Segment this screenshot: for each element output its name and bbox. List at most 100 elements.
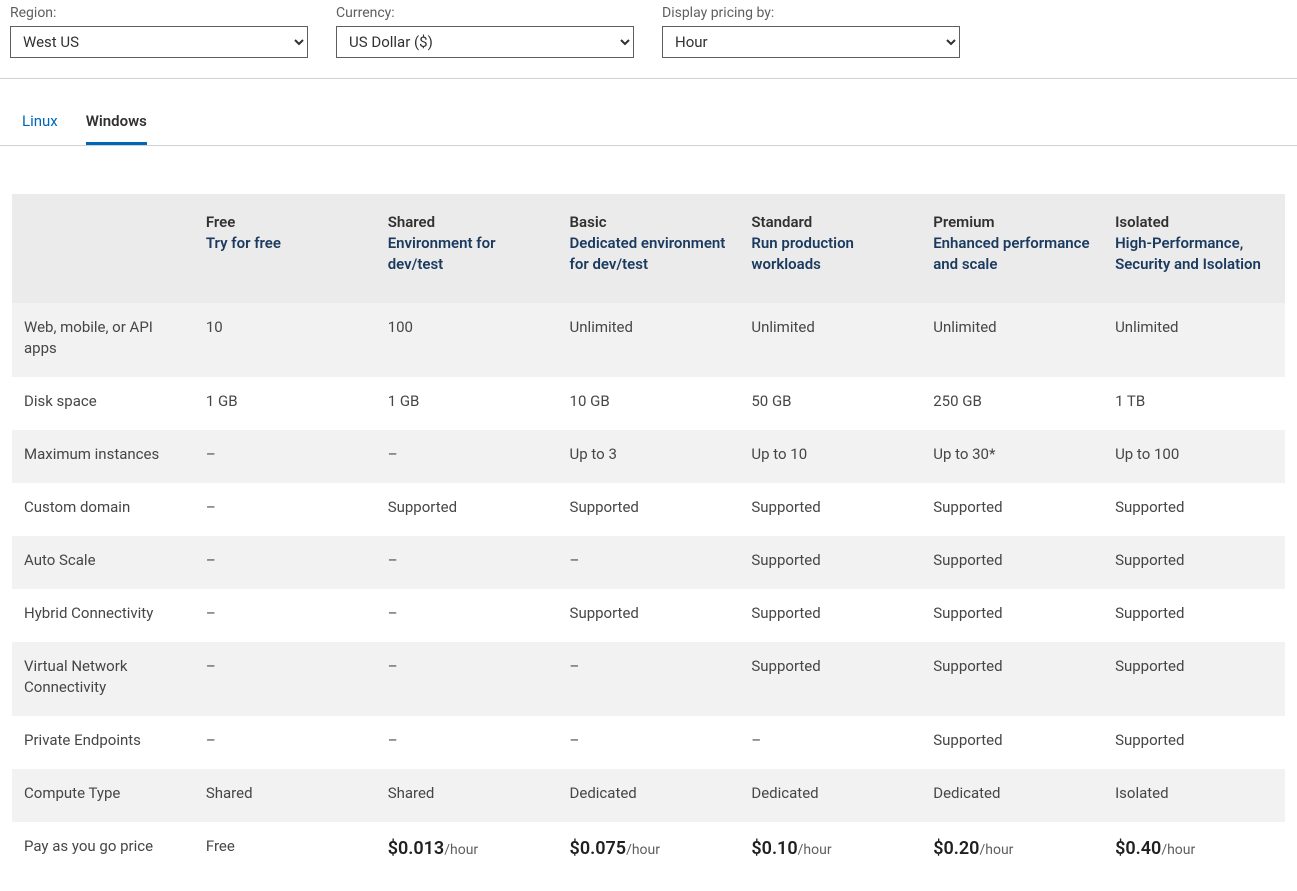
currency-select[interactable]: US Dollar ($) bbox=[336, 26, 634, 58]
pricing-table-wrap: Free Try for free Shared Environment for… bbox=[0, 146, 1297, 891]
table-cell: 1 TB bbox=[1103, 377, 1285, 430]
header-cell-blank bbox=[12, 194, 194, 303]
header-subtitle: Dedicated environment for dev/test bbox=[570, 233, 728, 275]
tab-windows[interactable]: Windows bbox=[86, 103, 147, 145]
table-cell: – bbox=[558, 536, 740, 589]
price-cell: $0.20/hour bbox=[921, 822, 1103, 879]
table-row: Web, mobile, or API apps10100UnlimitedUn… bbox=[12, 303, 1285, 377]
os-tabs: Linux Windows bbox=[0, 79, 1297, 146]
price-amount: $0.10 bbox=[751, 838, 797, 859]
table-cell: 250 GB bbox=[921, 377, 1103, 430]
row-label: Auto Scale bbox=[12, 536, 194, 589]
price-cell: $0.075/hour bbox=[558, 822, 740, 879]
row-label: Private Endpoints bbox=[12, 716, 194, 769]
table-cell: – bbox=[194, 716, 376, 769]
table-cell: Up to 3 bbox=[558, 430, 740, 483]
table-cell: – bbox=[194, 483, 376, 536]
header-cell-basic: Basic Dedicated environment for dev/test bbox=[558, 194, 740, 303]
price-unit: /hour bbox=[979, 842, 1013, 858]
table-cell: 1 GB bbox=[194, 377, 376, 430]
header-cell-isolated: Isolated High-Performance, Security and … bbox=[1103, 194, 1285, 303]
region-field: Region: West US bbox=[10, 4, 308, 58]
table-cell: Supported bbox=[739, 642, 921, 716]
table-cell: – bbox=[194, 430, 376, 483]
table-cell: Supported bbox=[739, 589, 921, 642]
price-amount: $0.20 bbox=[933, 838, 979, 859]
table-cell: Supported bbox=[921, 642, 1103, 716]
currency-label: Currency: bbox=[336, 4, 634, 24]
table-cell: Supported bbox=[921, 589, 1103, 642]
price-amount: $0.013 bbox=[388, 838, 445, 859]
filter-bar: Region: West US Currency: US Dollar ($) … bbox=[0, 0, 1297, 79]
table-cell: Unlimited bbox=[921, 303, 1103, 377]
price-row: Pay as you go priceFree$0.013/hour$0.075… bbox=[12, 822, 1285, 879]
table-row: Compute TypeSharedSharedDedicatedDedicat… bbox=[12, 769, 1285, 822]
table-row: Virtual Network Connectivity–––Supported… bbox=[12, 642, 1285, 716]
table-cell: Dedicated bbox=[921, 769, 1103, 822]
price-unit: /hour bbox=[798, 842, 832, 858]
price-amount: $0.075 bbox=[570, 838, 627, 859]
price-unit: /hour bbox=[1161, 842, 1195, 858]
region-select[interactable]: West US bbox=[10, 26, 308, 58]
price-amount: $0.40 bbox=[1115, 838, 1161, 859]
header-subtitle: Environment for dev/test bbox=[388, 233, 546, 275]
header-title: Isolated bbox=[1115, 212, 1273, 233]
table-row: Private Endpoints––––SupportedSupported bbox=[12, 716, 1285, 769]
table-cell: Up to 30* bbox=[921, 430, 1103, 483]
display-field: Display pricing by: Hour bbox=[662, 4, 960, 58]
table-cell: Supported bbox=[558, 589, 740, 642]
table-cell: Supported bbox=[1103, 536, 1285, 589]
table-cell: Supported bbox=[1103, 589, 1285, 642]
pricing-table-head: Free Try for free Shared Environment for… bbox=[12, 194, 1285, 303]
display-label: Display pricing by: bbox=[662, 4, 960, 24]
table-row: Maximum instances––Up to 3Up to 10Up to … bbox=[12, 430, 1285, 483]
table-cell: 1 GB bbox=[376, 377, 558, 430]
table-cell: – bbox=[376, 716, 558, 769]
table-cell: – bbox=[558, 642, 740, 716]
header-row: Free Try for free Shared Environment for… bbox=[12, 194, 1285, 303]
price-unit: /hour bbox=[626, 842, 660, 858]
tab-linux[interactable]: Linux bbox=[22, 103, 58, 145]
row-label: Virtual Network Connectivity bbox=[12, 642, 194, 716]
display-select[interactable]: Hour bbox=[662, 26, 960, 58]
table-cell: – bbox=[739, 716, 921, 769]
table-cell: Unlimited bbox=[558, 303, 740, 377]
table-cell: Up to 10 bbox=[739, 430, 921, 483]
row-label: Maximum instances bbox=[12, 430, 194, 483]
row-label: Hybrid Connectivity bbox=[12, 589, 194, 642]
table-cell: Supported bbox=[376, 483, 558, 536]
price-cell: Free bbox=[194, 822, 376, 879]
table-cell: Isolated bbox=[1103, 769, 1285, 822]
table-cell: Dedicated bbox=[739, 769, 921, 822]
row-label: Disk space bbox=[12, 377, 194, 430]
table-cell: Supported bbox=[1103, 716, 1285, 769]
row-label: Pay as you go price bbox=[12, 822, 194, 879]
region-label: Region: bbox=[10, 4, 308, 24]
table-row: Custom domain–SupportedSupportedSupporte… bbox=[12, 483, 1285, 536]
table-cell: Shared bbox=[194, 769, 376, 822]
row-label: Compute Type bbox=[12, 769, 194, 822]
table-row: Disk space1 GB1 GB10 GB50 GB250 GB1 TB bbox=[12, 377, 1285, 430]
table-cell: Supported bbox=[739, 536, 921, 589]
table-cell: – bbox=[194, 589, 376, 642]
table-cell: 100 bbox=[376, 303, 558, 377]
row-label: Custom domain bbox=[12, 483, 194, 536]
header-title: Basic bbox=[570, 212, 728, 233]
price-unit: /hour bbox=[444, 842, 478, 858]
table-cell: – bbox=[194, 642, 376, 716]
price-cell: $0.40/hour bbox=[1103, 822, 1285, 879]
table-cell: – bbox=[376, 430, 558, 483]
table-cell: Supported bbox=[739, 483, 921, 536]
table-row: Hybrid Connectivity––SupportedSupportedS… bbox=[12, 589, 1285, 642]
header-cell-free: Free Try for free bbox=[194, 194, 376, 303]
table-cell: Dedicated bbox=[558, 769, 740, 822]
header-title: Standard bbox=[751, 212, 909, 233]
pricing-table: Free Try for free Shared Environment for… bbox=[12, 194, 1285, 879]
header-cell-premium: Premium Enhanced performance and scale bbox=[921, 194, 1103, 303]
header-title: Premium bbox=[933, 212, 1091, 233]
header-subtitle: Enhanced performance and scale bbox=[933, 233, 1091, 275]
header-cell-standard: Standard Run production workloads bbox=[739, 194, 921, 303]
table-cell: Supported bbox=[921, 716, 1103, 769]
table-cell: Unlimited bbox=[739, 303, 921, 377]
table-cell: 50 GB bbox=[739, 377, 921, 430]
